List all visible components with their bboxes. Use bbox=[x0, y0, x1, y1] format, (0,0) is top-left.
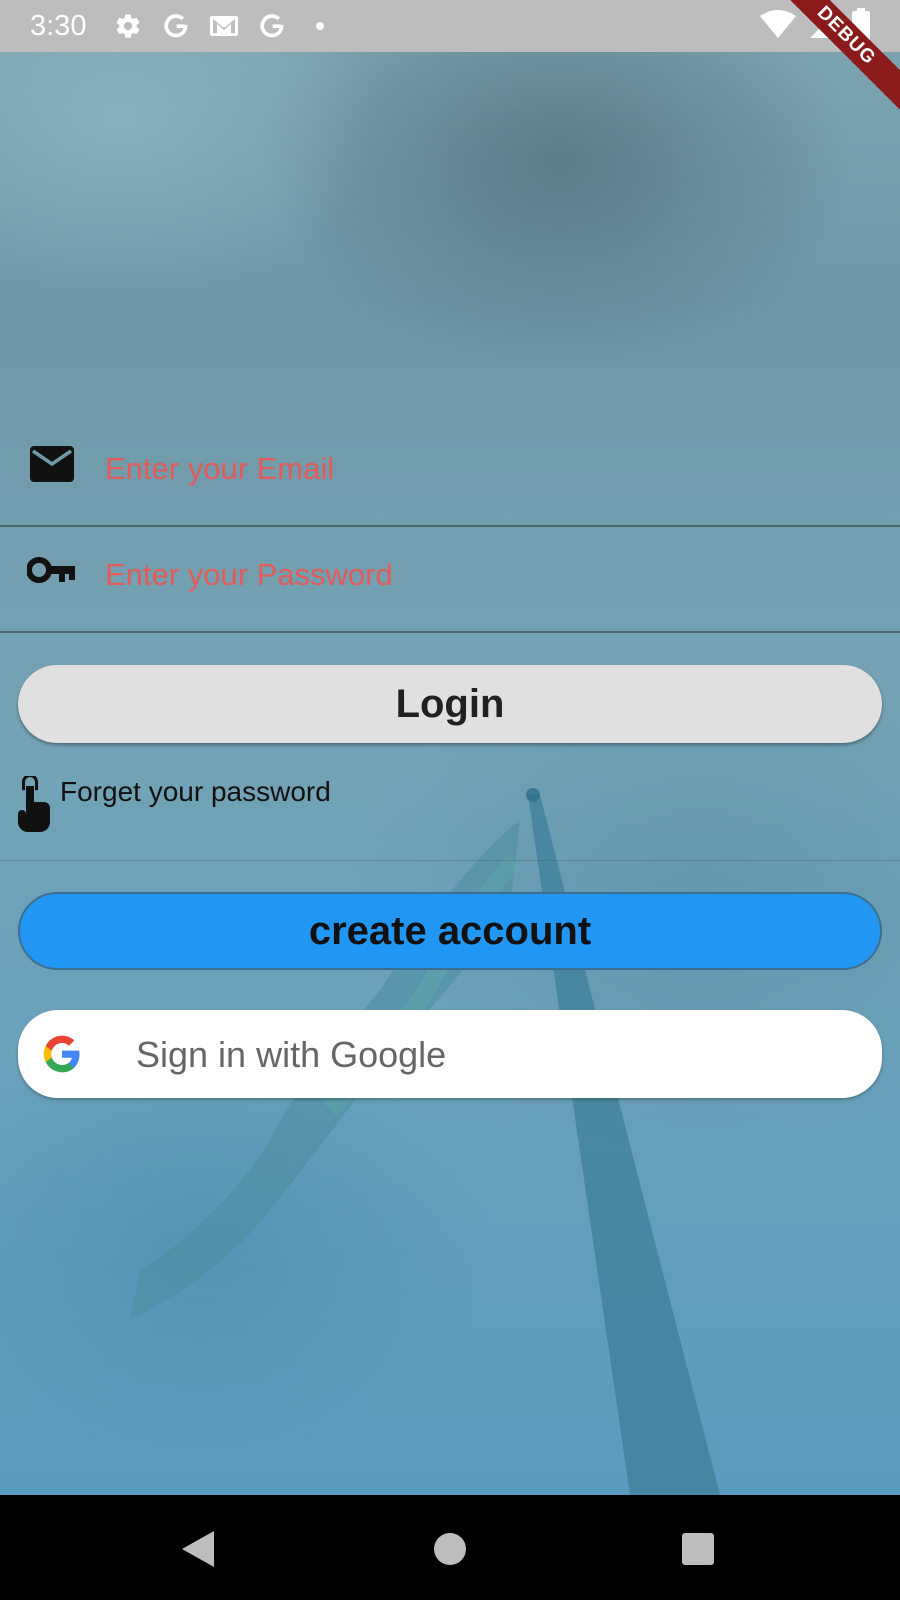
login-screen: 3:30 DEBUG Enter your Email Login Forget… bbox=[0, 0, 900, 1600]
forgot-password-label: Forget your password bbox=[60, 776, 331, 807]
divider bbox=[0, 860, 900, 861]
login-button[interactable]: Login bbox=[18, 665, 882, 743]
google-logo-icon bbox=[42, 1034, 82, 1074]
back-icon[interactable] bbox=[174, 1525, 222, 1573]
email-field-row bbox=[0, 422, 900, 527]
status-time: 3:30 bbox=[30, 9, 87, 42]
create-account-button[interactable]: create account bbox=[18, 892, 882, 970]
mail-icon bbox=[27, 444, 77, 484]
gmail-icon bbox=[208, 10, 240, 42]
password-input[interactable] bbox=[105, 550, 875, 600]
google-sign-in-label: Sign in with Google bbox=[136, 1034, 447, 1075]
google-sign-in-button[interactable]: Sign in with Google bbox=[18, 1010, 882, 1098]
recents-icon[interactable] bbox=[674, 1525, 722, 1573]
email-input[interactable] bbox=[105, 444, 875, 494]
wifi-icon bbox=[760, 8, 796, 47]
touch-hand-icon bbox=[12, 774, 52, 836]
google-g-icon bbox=[256, 10, 288, 42]
google-g-icon bbox=[160, 10, 192, 42]
home-icon[interactable] bbox=[426, 1525, 474, 1573]
dot-icon bbox=[304, 10, 336, 42]
key-icon bbox=[27, 550, 77, 590]
password-field-row bbox=[0, 528, 900, 633]
forgot-password-link[interactable]: Forget your password bbox=[12, 774, 331, 836]
gear-icon bbox=[112, 10, 144, 42]
navigation-bar bbox=[0, 1495, 900, 1600]
status-bar: 3:30 bbox=[0, 0, 900, 52]
background-image bbox=[0, 0, 900, 1495]
